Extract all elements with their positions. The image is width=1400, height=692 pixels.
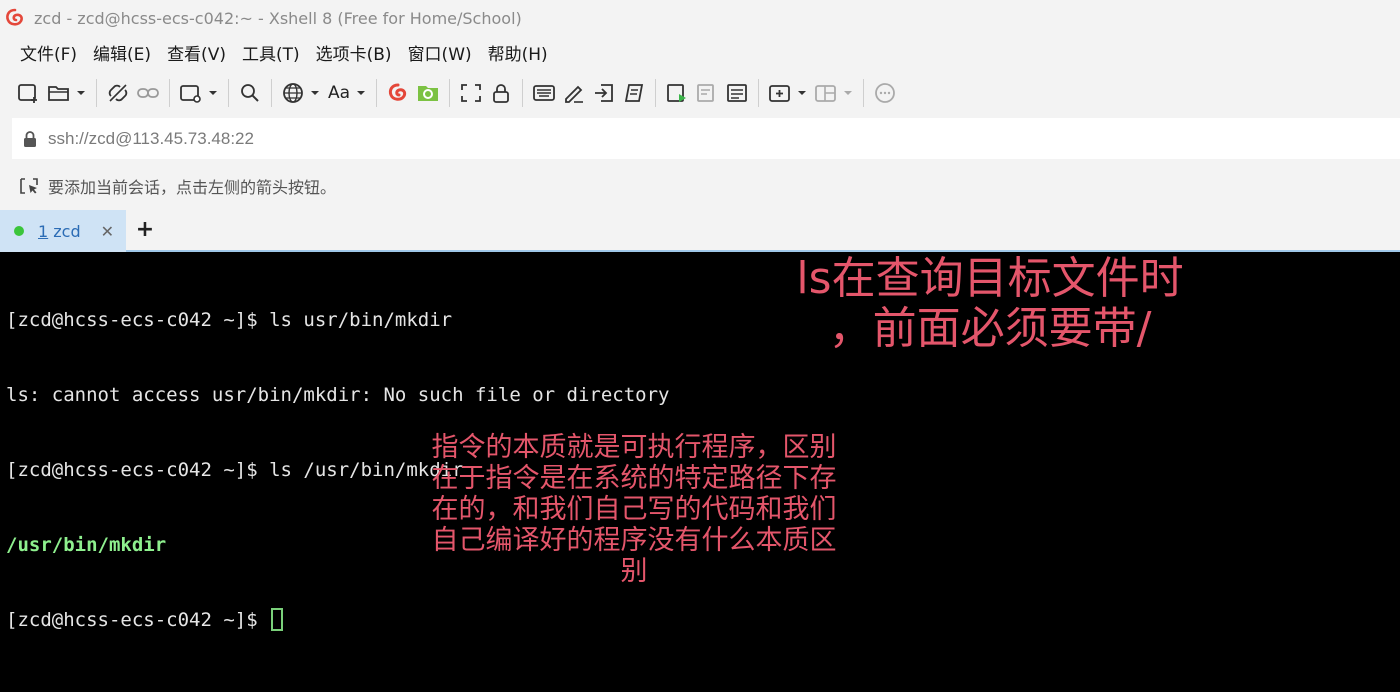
lock-icon <box>22 130 38 148</box>
hint-text: 要添加当前会话，点击左侧的箭头按钮。 <box>48 178 337 197</box>
address-bar[interactable]: ssh://zcd@113.45.73.48:22 <box>12 118 1400 159</box>
annotation-line: 别 <box>620 556 648 587</box>
annotation-command-essence: 指令的本质就是可执行程序，区别 在于指令是在系统的特定路径下存 在的，和我们自己… <box>388 432 880 587</box>
tab-bar: 1 zcd ✕ + <box>0 210 1400 252</box>
annotation-line: 在的，和我们自己写的代码和我们 <box>431 494 837 525</box>
menu-view[interactable]: 查看(V) <box>167 40 226 65</box>
disconnect-icon[interactable] <box>103 77 133 109</box>
terminal-prompt: [zcd@hcss-ecs-c042 ~]$ <box>6 609 270 631</box>
toolbar: Aa <box>0 72 1400 114</box>
globe-icon[interactable] <box>278 77 308 109</box>
chevron-down-icon[interactable] <box>354 77 368 109</box>
session-hint-bar: 要添加当前会话，点击左侧的箭头按钮。 <box>0 170 1400 202</box>
chevron-down-icon[interactable] <box>795 77 809 109</box>
add-session-icon[interactable] <box>18 176 40 196</box>
note-icon[interactable] <box>722 77 752 109</box>
toolbar-divider <box>96 79 97 107</box>
menu-tab[interactable]: 选项卡(B) <box>316 40 392 65</box>
annotation-line: 自己编译好的程序没有什么本质区 <box>431 525 837 556</box>
toolbar-divider <box>169 79 170 107</box>
address-input[interactable]: ssh://zcd@113.45.73.48:22 <box>48 129 254 149</box>
title-bar: zcd - zcd@hcss-ecs-c042:~ - Xshell 8 (Fr… <box>0 0 1400 36</box>
chat-icon[interactable] <box>870 77 900 109</box>
toolbar-divider <box>655 79 656 107</box>
run-script-icon[interactable] <box>662 77 692 109</box>
annotation-line: ，前面必须要带/ <box>828 303 1152 354</box>
xftp-icon[interactable] <box>413 77 443 109</box>
fullscreen-icon[interactable] <box>456 77 486 109</box>
toolbar-divider <box>228 79 229 107</box>
pen-icon[interactable] <box>559 77 589 109</box>
menu-window[interactable]: 窗口(W) <box>408 40 472 65</box>
terminal-line: ls: cannot access usr/bin/mkdir: No such… <box>6 384 670 406</box>
terminal-line: [zcd@hcss-ecs-c042 ~]$ ls usr/bin/mkdir <box>6 309 453 331</box>
login-icon[interactable] <box>589 77 619 109</box>
menu-file[interactable]: 文件(F) <box>20 40 77 65</box>
terminal-prompt-line: [zcd@hcss-ecs-c042 ~]$ <box>6 608 669 633</box>
add-tab-button[interactable]: + <box>134 217 156 243</box>
toolbar-divider <box>863 79 864 107</box>
tab-title: zcd <box>48 221 81 241</box>
tab-number: 1 <box>38 221 49 241</box>
annotation-line: 在于指令是在系统的特定路径下存 <box>431 463 837 494</box>
chevron-down-icon[interactable] <box>308 77 322 109</box>
new-tab-icon[interactable] <box>765 77 795 109</box>
menu-edit[interactable]: 编辑(E) <box>93 40 151 65</box>
menu-tools[interactable]: 工具(T) <box>242 40 300 65</box>
script-icon[interactable] <box>619 77 649 109</box>
open-folder-icon[interactable] <box>44 77 74 109</box>
keyboard-icon[interactable] <box>529 77 559 109</box>
window-title: zcd - zcd@hcss-ecs-c042:~ - Xshell 8 (Fr… <box>34 8 522 28</box>
toolbar-divider <box>449 79 450 107</box>
chevron-down-icon[interactable] <box>841 77 855 109</box>
toolbar-divider <box>271 79 272 107</box>
annotation-line: ls在查询目标文件时 <box>796 253 1184 304</box>
lock-icon[interactable] <box>486 77 516 109</box>
xshell-icon[interactable] <box>383 77 413 109</box>
annotation-ls-path: ls在查询目标文件时 ，前面必须要带/ <box>755 254 1225 354</box>
screen-settings-icon[interactable] <box>176 77 206 109</box>
font-icon[interactable]: Aa <box>324 77 354 109</box>
chevron-down-icon[interactable] <box>206 77 220 109</box>
toolbar-divider <box>376 79 377 107</box>
link-icon[interactable] <box>133 77 163 109</box>
connected-status-dot <box>14 226 24 236</box>
close-icon[interactable]: ✕ <box>101 222 114 241</box>
xshell-logo-icon <box>4 7 26 29</box>
font-label: Aa <box>327 83 351 103</box>
log-icon[interactable] <box>692 77 722 109</box>
toolbar-divider <box>758 79 759 107</box>
tab-session-zcd[interactable]: 1 zcd ✕ <box>0 210 126 252</box>
annotation-line: 指令的本质就是可执行程序，区别 <box>431 432 837 463</box>
tab-label: 1 zcd <box>38 222 81 241</box>
search-icon[interactable] <box>235 77 265 109</box>
layout-icon[interactable] <box>811 77 841 109</box>
menu-bar: 文件(F) 编辑(E) 查看(V) 工具(T) 选项卡(B) 窗口(W) 帮助(… <box>0 36 1400 68</box>
terminal-cursor <box>271 608 284 631</box>
chevron-down-icon[interactable] <box>74 77 88 109</box>
toolbar-divider <box>522 79 523 107</box>
new-session-icon[interactable] <box>14 77 44 109</box>
menu-help[interactable]: 帮助(H) <box>488 40 548 65</box>
